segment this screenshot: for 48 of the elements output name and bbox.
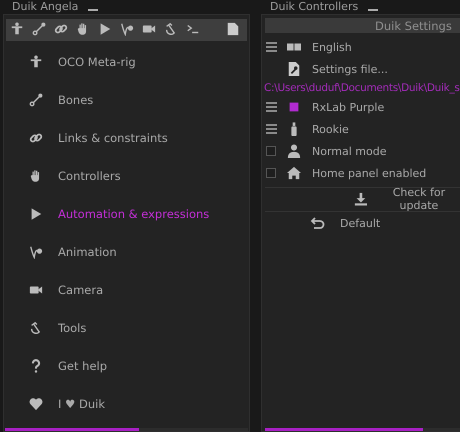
- default-button[interactable]: Default: [310, 214, 460, 232]
- setting-label: Home panel enabled: [312, 166, 426, 180]
- menu-icon[interactable]: [266, 124, 277, 134]
- menu-item[interactable]: Tools: [58, 321, 86, 335]
- setting-label: English: [312, 40, 352, 54]
- document-icon: [226, 22, 240, 36]
- menu-item[interactable]: I ♥ Duik: [58, 397, 106, 411]
- menu-item[interactable]: Get help: [58, 359, 108, 373]
- file-path: C:\Users\duduf\Documents\Duik\Duik_s: [263, 81, 460, 96]
- heart-icon: [29, 397, 43, 411]
- color-swatch-icon: [287, 100, 301, 114]
- house-icon: [287, 166, 301, 180]
- wrench-icon: [287, 62, 301, 76]
- menu-item[interactable]: Links & constraints: [58, 131, 168, 145]
- undo-icon: [310, 215, 326, 231]
- menu-item[interactable]: Camera: [58, 283, 104, 297]
- menu-item[interactable]: Animation: [58, 245, 117, 259]
- tools-icon: [29, 321, 43, 335]
- setting-label: Rookie: [312, 122, 349, 136]
- setting-label: RxLab Purple: [312, 100, 384, 114]
- bone-icon: [32, 22, 46, 36]
- link-icon: [54, 22, 68, 36]
- menu-icon[interactable]: [266, 102, 277, 112]
- download-icon: [354, 191, 368, 207]
- menu-item[interactable]: Automation & expressions: [58, 207, 210, 221]
- person-icon: [287, 144, 301, 158]
- tools-icon: [164, 22, 178, 36]
- rig-icon: [29, 55, 43, 69]
- menu-item[interactable]: OCO Meta-rig: [58, 55, 136, 69]
- play-icon: [29, 207, 43, 221]
- panel-title[interactable]: Duik Angela: [12, 1, 78, 13]
- menu-item[interactable]: Bones: [58, 93, 94, 107]
- settings-file-button[interactable]: Settings file...: [312, 62, 388, 76]
- menu-icon[interactable]: [266, 42, 277, 52]
- curve-icon: [120, 22, 134, 36]
- terminal-icon: [186, 22, 200, 36]
- checkbox[interactable]: [266, 168, 276, 178]
- checkbox[interactable]: [266, 146, 276, 156]
- curve-icon: [29, 245, 43, 259]
- menu-item[interactable]: Controllers: [58, 169, 121, 183]
- link-icon: [29, 131, 43, 145]
- panel-title[interactable]: Duik Controllers: [270, 1, 358, 13]
- bone-icon: [29, 93, 43, 107]
- play-icon: [98, 22, 112, 36]
- section-title: Duik Settings: [375, 18, 452, 32]
- setting-label: Normal mode: [312, 144, 386, 158]
- question-icon: [29, 359, 43, 373]
- rig-icon: [10, 22, 24, 36]
